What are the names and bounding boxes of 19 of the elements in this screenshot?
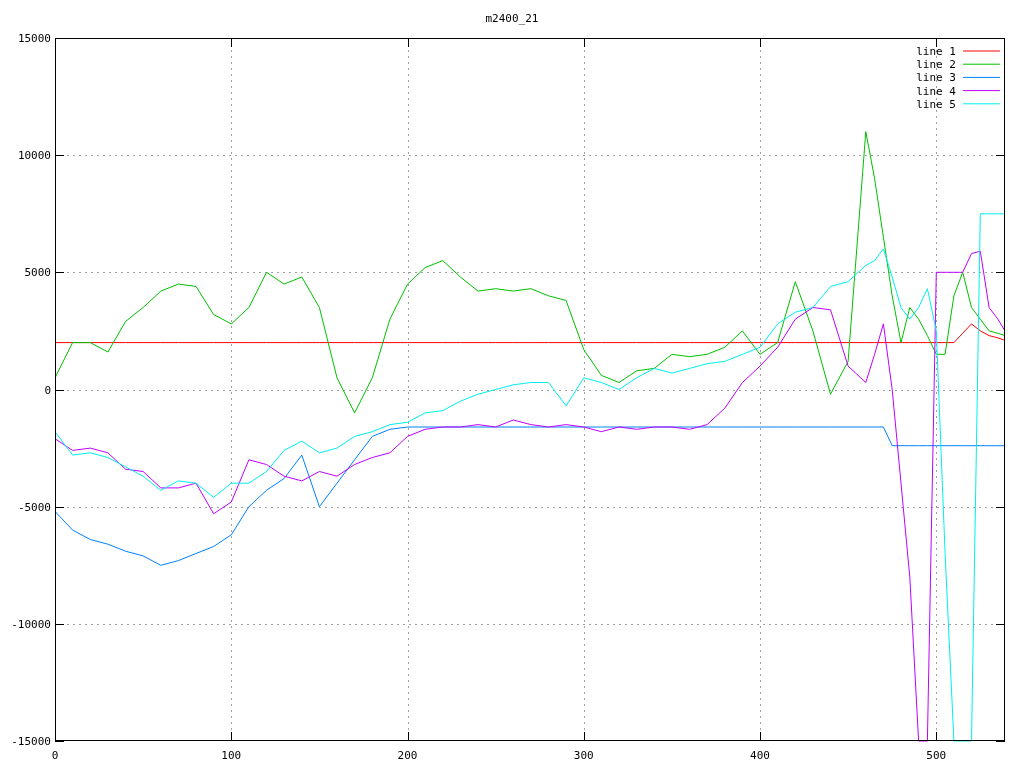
y-tick-label: -5000: [17, 500, 51, 514]
x-tick-label: 300: [573, 749, 594, 762]
y-tick-label: 0: [44, 383, 51, 397]
x-tick-label: 200: [397, 749, 418, 762]
x-tick-label: 100: [221, 749, 242, 762]
legend-label: line 4: [916, 84, 956, 98]
y-tick-label: 15000: [17, 32, 51, 45]
x-tick-label: 400: [750, 749, 770, 762]
y-tick-label: 5000: [24, 266, 51, 280]
y-tick-label: -15000: [11, 735, 51, 748]
legend-label: line 3: [916, 71, 956, 85]
y-tick-label: -10000: [11, 617, 51, 631]
legend-label: line 2: [916, 58, 956, 72]
chart-title: m2400_21: [485, 12, 539, 25]
y-tick-label: 10000: [17, 149, 51, 163]
x-tick-label: 0: [51, 749, 59, 762]
legend-label: line 5: [916, 97, 956, 111]
legend-label: line 1: [916, 45, 956, 58]
x-tick-label: 500: [926, 749, 947, 762]
